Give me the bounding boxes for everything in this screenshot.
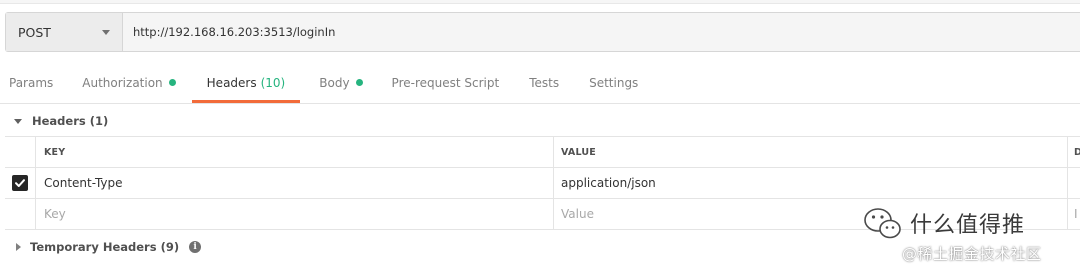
top-strip [0,0,1080,4]
tab-body[interactable]: Body [319,62,363,103]
value-placeholder: Value [561,207,594,221]
method-label: POST [18,24,51,40]
check-column-header [5,137,35,167]
tab-settings[interactable]: Settings [589,62,638,103]
tab-label: Tests [529,75,560,90]
tab-tests[interactable]: Tests [529,62,559,103]
status-dot-icon [355,79,363,86]
tab-label: Authorization [82,75,163,90]
header-value-text: application/json [561,176,656,190]
tab-headers[interactable]: Headers (10) [191,62,300,103]
chevron-down-icon [102,30,110,35]
method-select[interactable]: POST [6,13,123,51]
header-key-text: Content-Type [44,176,123,190]
request-url-bar: POST http://192.168.16.203:3513/loginIn [5,12,1080,52]
header-key-cell[interactable]: Content-Type [35,168,553,198]
new-key-input[interactable]: Key [35,199,553,229]
key-placeholder: Key [44,207,66,221]
tab-label: Params [9,75,54,90]
tab-label: Settings [589,75,639,90]
tab-label: Headers [206,75,257,90]
watermark-title: 什么值得推 [910,213,1026,238]
checkmark-icon [12,175,28,191]
value-column-header: VALUE [553,137,1067,167]
watermark: 什么值得推 @稀土掘金技术社区 [862,203,1077,271]
url-input[interactable]: http://192.168.16.203:3513/loginIn [123,13,1080,51]
wechat-logo-icon [864,208,901,239]
header-description-cell[interactable] [1067,168,1080,198]
tab-authorization[interactable]: Authorization [82,62,176,103]
url-text: http://192.168.16.203:3513/loginIn [133,25,336,39]
watermark-subtitle: @稀土掘金技术社区 [902,245,1042,263]
row-checkbox[interactable] [5,168,35,198]
key-column-header: KEY [35,137,553,167]
tab-label: Body [319,75,350,90]
headers-section-title: Headers (1) [32,114,109,128]
table-header-row: KEY VALUE D [5,137,1080,168]
header-value-cell[interactable]: application/json [553,168,1067,198]
status-dot-icon [168,79,176,86]
caret-down-icon [14,118,22,124]
tab-count: (10) [260,75,286,90]
temporary-headers-title: Temporary Headers (9) [30,240,180,254]
tab-pre-request-script[interactable]: Pre-request Script [392,62,500,103]
caret-right-icon [16,243,21,251]
description-column-header: D [1067,137,1080,167]
request-tabs: Params Authorization Headers (10) Body P… [0,62,1080,104]
empty-check-cell [5,199,35,229]
tab-params[interactable]: Params [9,62,53,103]
table-row: Content-Type application/json [5,168,1080,199]
info-icon[interactable]: i [189,241,202,253]
tab-label: Pre-request Script [391,75,500,90]
headers-section-toggle[interactable]: Headers (1) [14,112,108,130]
temporary-headers-toggle[interactable]: Temporary Headers (9) i [16,238,202,256]
